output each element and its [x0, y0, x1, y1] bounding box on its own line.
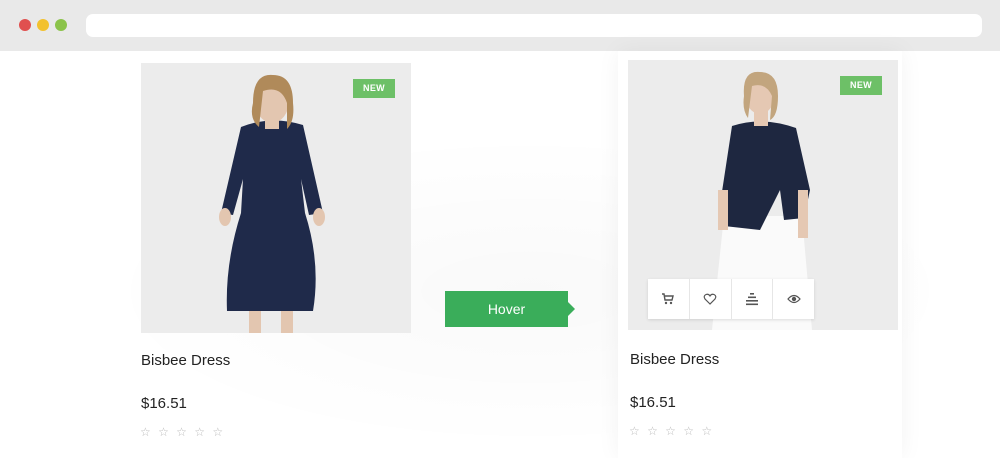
product-name[interactable]: Bisbee Dress: [141, 352, 230, 369]
rating-stars: ☆ ☆ ☆ ☆ ☆: [140, 425, 226, 439]
new-badge: NEW: [353, 79, 395, 98]
minimize-window-button[interactable]: [37, 19, 49, 31]
add-to-cart-button[interactable]: [648, 279, 690, 319]
hover-label: Hover: [445, 291, 575, 327]
eye-icon: [786, 294, 801, 304]
new-badge: NEW: [840, 76, 882, 95]
compare-icon: [745, 293, 758, 306]
close-window-button[interactable]: [19, 19, 31, 31]
page-content: NEW Bisbee Dress $16.51 ☆ ☆ ☆ ☆ ☆ Hover: [0, 51, 1000, 458]
compare-button[interactable]: [732, 279, 774, 319]
product-price: $16.51: [630, 394, 676, 411]
product-card-hover[interactable]: NEW Bisbee Dress $16.51 ☆ ☆ ☆ ☆ ☆: [618, 51, 902, 458]
add-to-wishlist-button[interactable]: [690, 279, 732, 319]
address-bar[interactable]: [86, 14, 982, 37]
quick-view-button[interactable]: [773, 279, 814, 319]
product-image[interactable]: NEW: [141, 63, 411, 333]
cart-icon: [662, 293, 675, 305]
product-card[interactable]: NEW Bisbee Dress $16.51 ☆ ☆ ☆ ☆ ☆: [127, 51, 427, 458]
rating-stars: ☆ ☆ ☆ ☆ ☆: [629, 424, 715, 438]
quick-action-bar: [648, 279, 814, 319]
maximize-window-button[interactable]: [55, 19, 67, 31]
product-price: $16.51: [141, 395, 187, 412]
product-name[interactable]: Bisbee Dress: [630, 351, 719, 368]
product-image[interactable]: NEW: [628, 60, 898, 330]
browser-toolbar: [0, 0, 1000, 51]
heart-icon: [703, 293, 717, 305]
